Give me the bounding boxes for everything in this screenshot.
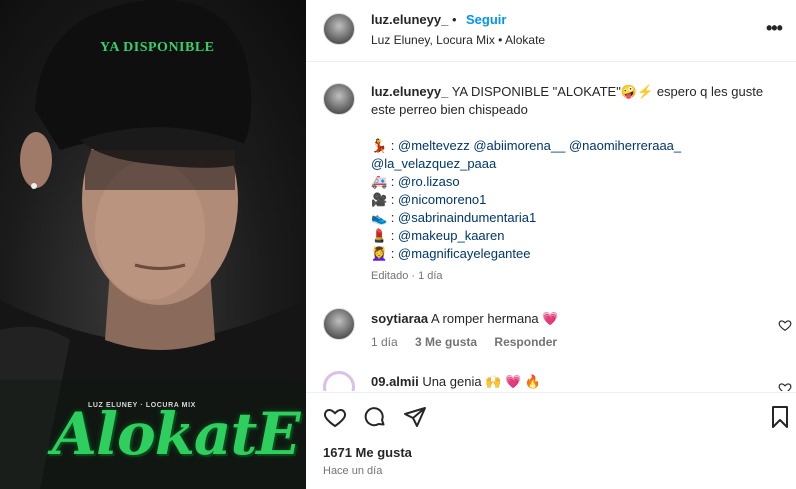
credit-sep: : [387,174,399,189]
share-icon[interactable] [403,405,427,429]
comment-text: A romper hermana 💗 [428,311,559,326]
save-icon[interactable] [768,405,792,429]
follow-button[interactable]: Seguir [466,12,506,27]
mention-camera[interactable]: @nicomoreno1 [398,192,486,207]
caption-text-line2: este perreo bien chispeado [371,102,528,117]
cover-title: AlokatE [52,400,300,468]
caption-text: luz.eluneyy_ YA DISPONIBLE "ALOKATE"🤪⚡ e… [371,83,781,285]
mention-wardrobe[interactable]: @sabrinaindumentaria1 [398,210,536,225]
avatar[interactable] [323,13,355,45]
comment-text: Una genia 🙌 💗 🔥 [418,374,541,389]
comment-username[interactable]: soytiaraa [371,311,428,326]
header-audio-location[interactable]: Luz Eluney, Locura Mix • Alokate [371,33,545,47]
reply-button[interactable]: Responder [494,335,557,349]
action-bar: 1671 Me gusta Hace un día [306,392,796,489]
credit-sep: : [387,228,399,243]
comment-likes[interactable]: 3 Me gusta [415,335,477,349]
comments-scroll-area[interactable]: luz.eluneyy_ YA DISPONIBLE "ALOKATE"🤪⚡ e… [306,63,796,391]
mention-dancers[interactable]: @meltevezz @abiimorena__ @naomiherreraaa… [398,138,681,153]
comment-time[interactable]: 1 día [371,335,398,349]
cap-logo-text: YA DISPONIBLE [100,40,215,55]
post-image[interactable]: YA DISPONIBLE LUZ ELUNEY · LOCURA MIX Al… [0,0,306,489]
separator-dot: • [452,12,457,27]
lipstick-icon: 💄 [371,228,388,243]
camera-icon: 🎥 [371,192,388,207]
mention-transport[interactable]: @ro.lizaso [398,174,460,189]
post-panel: luz.eluneyy_ • Seguir Luz Eluney, Locura… [306,0,796,489]
caption-username[interactable]: luz.eluneyy_ [371,84,448,99]
sneaker-icon: 👟 [371,210,388,225]
caption-avatar[interactable] [323,83,355,115]
like-comment-icon[interactable] [778,381,792,391]
comment-avatar[interactable] [323,308,355,340]
mention-dancers-2[interactable]: @la_velazquez_paaa [371,156,496,171]
mention-hair[interactable]: @magnificayelegantee [398,246,530,261]
likes-count[interactable]: 1671 Me gusta [323,445,412,460]
more-options-icon[interactable]: ••• [766,18,783,39]
credit-sep: : [387,246,399,261]
caption-meta: Editado · 1 día [371,270,443,282]
like-comment-icon[interactable] [778,318,792,332]
post-header: luz.eluneyy_ • Seguir Luz Eluney, Locura… [306,0,796,62]
credit-sep: : [387,210,399,225]
post-time[interactable]: Hace un día [323,465,382,477]
header-username[interactable]: luz.eluneyy_ [371,12,448,27]
heart-icon[interactable] [323,405,347,429]
comment-avatar[interactable] [323,371,355,391]
dancer-icon: 💃 [371,138,388,153]
credit-sep: : [387,138,399,153]
ambulance-icon: 🚑 [371,174,388,189]
mention-makeup[interactable]: @makeup_kaaren [398,228,504,243]
caption-text-line1: YA DISPONIBLE "ALOKATE"🤪⚡ espero q les g… [448,84,764,99]
credit-sep: : [387,192,399,207]
comment-username[interactable]: 09.almii [371,374,419,389]
hair-icon: 💆‍♀️ [371,246,388,261]
comment-icon[interactable] [363,405,387,429]
